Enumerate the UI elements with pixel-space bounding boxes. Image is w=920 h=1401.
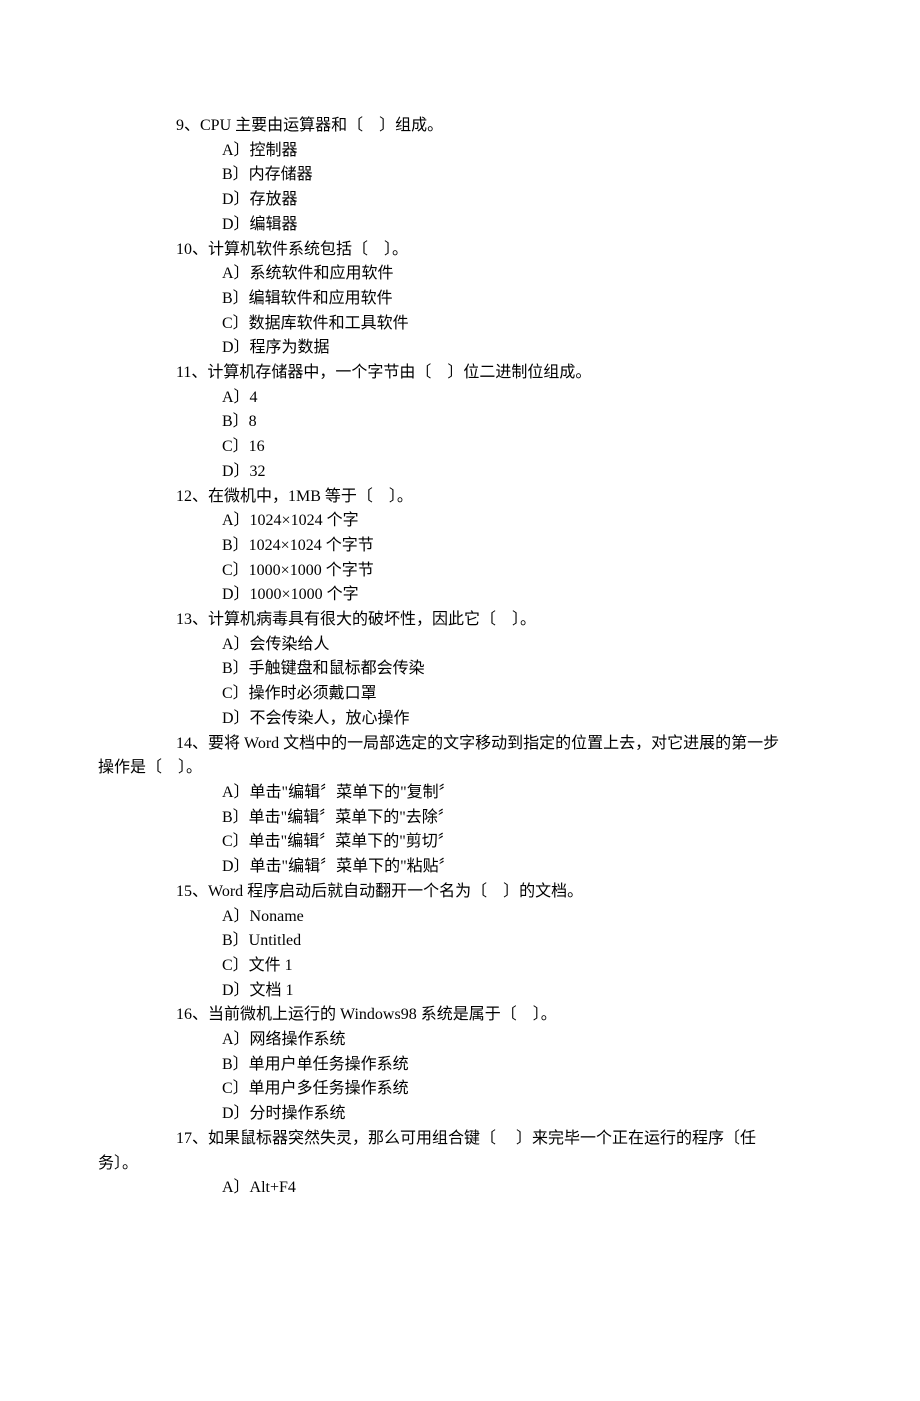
question-15-option-b: B〕Untitled [98, 929, 822, 954]
question-15-option-a: A〕Noname [98, 905, 822, 930]
question-15-stem: 15、Word 程序启动后就自动翻开一个名为〔 〕的文档。 [98, 880, 822, 905]
question-16-option-b: B〕单用户单任务操作系统 [98, 1053, 822, 1078]
question-16-option-c: C〕单用户多任务操作系统 [98, 1077, 822, 1102]
question-11-option-a: A〕4 [98, 386, 822, 411]
question-16-option-d: D〕分时操作系统 [98, 1102, 822, 1127]
question-14-stem-line1: 14、要将 Word 文档中的一局部选定的文字移动到指定的位置上去，对它进展的第… [98, 732, 822, 757]
question-14-stem-line2: 操作是〔 〕。 [98, 756, 822, 781]
question-15-option-c: C〕文件 1 [98, 954, 822, 979]
question-12-option-d: D〕1000×1000 个字 [98, 583, 822, 608]
question-16-stem: 16、当前微机上运行的 Windows98 系统是属于〔 〕。 [98, 1003, 822, 1028]
question-17-stem-line1: 17、如果鼠标器突然失灵，那么可用组合键〔 〕来完毕一个正在运行的程序〔任 [98, 1127, 822, 1152]
question-9-option-b: B〕内存储器 [98, 163, 822, 188]
question-14-option-a: A〕单击"编辑〞菜单下的"复制〞 [98, 781, 822, 806]
page-content: { "questions": { "q9": { "stem": "9、CPU … [0, 0, 920, 1401]
question-11-option-c: C〕16 [98, 435, 822, 460]
question-12-option-b: B〕1024×1024 个字节 [98, 534, 822, 559]
question-13-option-b: B〕手触键盘和鼠标都会传染 [98, 657, 822, 682]
question-9-option-a: A〕控制器 [98, 139, 822, 164]
question-14-option-c: C〕单击"编辑〞菜单下的"剪切〞 [98, 830, 822, 855]
question-13-option-c: C〕操作时必须戴口罩 [98, 682, 822, 707]
question-12-stem: 12、在微机中，1MB 等于〔 〕。 [98, 485, 822, 510]
question-13-option-a: A〕会传染给人 [98, 633, 822, 658]
question-17-stem-line2: 务〕。 [98, 1152, 822, 1177]
question-10-option-a: A〕系统软件和应用软件 [98, 262, 822, 287]
question-9-stem: 9、CPU 主要由运算器和〔 〕组成。 [98, 114, 822, 139]
question-17-option-a: A〕Alt+F4 [98, 1176, 822, 1201]
question-11-option-b: B〕8 [98, 410, 822, 435]
question-15-option-d: D〕文档 1 [98, 979, 822, 1004]
question-11-option-d: D〕32 [98, 460, 822, 485]
question-12-option-a: A〕1024×1024 个字 [98, 509, 822, 534]
question-13-option-d: D〕不会传染人，放心操作 [98, 707, 822, 732]
question-10-option-b: B〕编辑软件和应用软件 [98, 287, 822, 312]
question-9-option-c: D〕存放器 [98, 188, 822, 213]
question-9-option-d: D〕编辑器 [98, 213, 822, 238]
question-11-stem: 11、计算机存储器中，一个字节由〔 〕位二进制位组成。 [98, 361, 822, 386]
question-14-option-d: D〕单击"编辑〞菜单下的"粘贴〞 [98, 855, 822, 880]
question-12-option-c: C〕1000×1000 个字节 [98, 559, 822, 584]
question-10-stem: 10、计算机软件系统包括〔 〕。 [98, 238, 822, 263]
question-13-stem: 13、计算机病毒具有很大的破坏性，因此它〔 〕。 [98, 608, 822, 633]
question-10-option-c: C〕数据库软件和工具软件 [98, 312, 822, 337]
question-16-option-a: A〕网络操作系统 [98, 1028, 822, 1053]
question-10-option-d: D〕程序为数据 [98, 336, 822, 361]
question-14-option-b: B〕单击"编辑〞菜单下的"去除〞 [98, 806, 822, 831]
